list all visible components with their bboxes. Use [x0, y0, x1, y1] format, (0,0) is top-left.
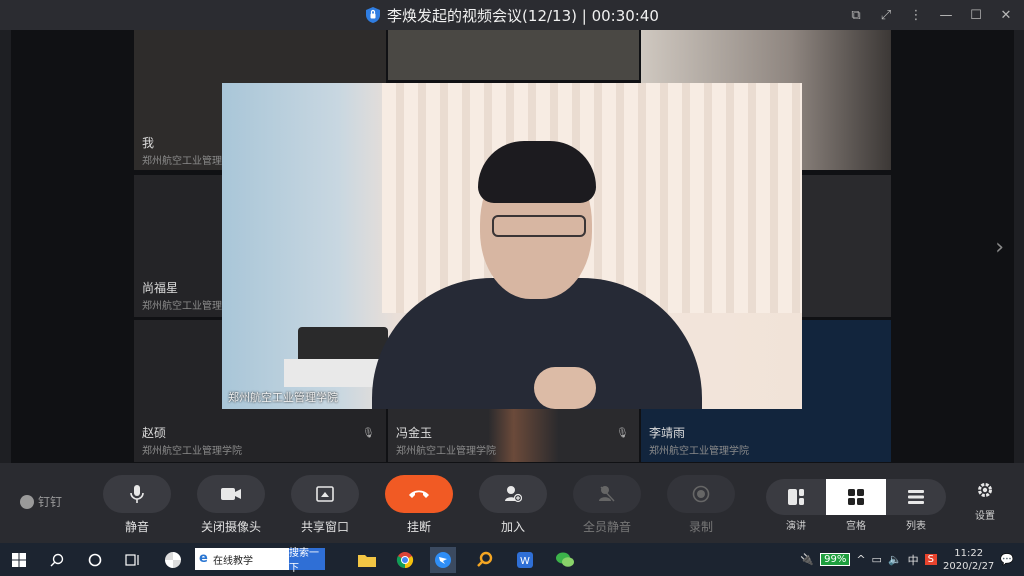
participant-tile[interactable]: [801, 175, 891, 317]
pinwheel-app-icon[interactable]: [160, 547, 186, 573]
more-icon[interactable]: ⋮: [906, 5, 926, 25]
close-icon[interactable]: ✕: [996, 5, 1016, 25]
add-participant-button[interactable]: 加入: [478, 475, 548, 535]
search-icon: [50, 553, 64, 567]
share-window-button[interactable]: 共享窗口: [290, 475, 360, 535]
meeting-toolbar: 钉钉 静音 关闭摄像头 共享窗口 挂断 加入 全员静音 录制 演讲 宫格 列表: [0, 463, 1024, 543]
search-button[interactable]: [44, 547, 70, 573]
microphone-icon: [130, 485, 144, 503]
mute-button[interactable]: 静音: [102, 475, 172, 535]
maximize-icon[interactable]: ☐: [966, 5, 986, 25]
task-view-icon: [125, 554, 139, 566]
speaker-view-button[interactable]: [766, 479, 826, 515]
clock[interactable]: 11:22 2020/2/27: [943, 547, 994, 573]
power-plug-icon[interactable]: 🔌: [800, 553, 814, 566]
camera-icon: [221, 488, 241, 500]
volume-icon[interactable]: 🔈: [888, 553, 902, 566]
ime-indicator[interactable]: 中: [908, 552, 919, 568]
wps-writer-icon[interactable]: W: [512, 547, 538, 573]
dingtalk-brand: 钉钉: [20, 493, 62, 510]
battery-indicator[interactable]: 99%: [820, 553, 851, 566]
gear-icon: [978, 483, 992, 497]
list-view-button[interactable]: [886, 479, 946, 515]
cortana-button[interactable]: [82, 547, 108, 573]
browser-search-box[interactable]: e 在线教学 搜索一下: [195, 548, 325, 574]
glasses-shape: [492, 215, 586, 237]
view-mode-switch: [766, 479, 946, 515]
network-icon[interactable]: ▭: [872, 553, 882, 566]
main-video[interactable]: 郑州航空工业管理学院: [222, 83, 802, 409]
mute-all-icon: [599, 486, 615, 502]
record-icon: [692, 485, 710, 503]
share-screen-icon: [316, 486, 334, 502]
record-button[interactable]: 录制: [666, 475, 736, 535]
clock-time: 11:22: [954, 547, 984, 559]
speaker-view-icon: [788, 489, 804, 505]
title-bar: 李焕发起的视频会议(12/13) | 00:30:40 ⧉ ⤢ ⋮ — ☐ ✕: [0, 0, 1024, 30]
camera-off-button[interactable]: 关闭摄像头: [196, 475, 266, 535]
mute-all-button[interactable]: 全员静音: [572, 475, 642, 535]
ie-logo-icon: e: [199, 551, 208, 566]
phone-hangup-icon: [409, 490, 429, 498]
next-page-chevron-icon[interactable]: ›: [995, 235, 1004, 260]
participant-org: 郑州航空工业管理学院: [142, 446, 242, 457]
speaker-view-label: 演讲: [786, 521, 806, 532]
participant-tile[interactable]: [388, 30, 639, 80]
participant-org: 郑州航空工业管理学院: [649, 446, 749, 457]
minimize-icon[interactable]: —: [936, 5, 956, 25]
participant-name: 我: [142, 136, 155, 150]
picture-in-picture-icon[interactable]: ⧉: [846, 5, 866, 25]
windows-logo-icon: [12, 553, 26, 567]
main-video-caption: 郑州航空工业管理学院: [228, 391, 338, 404]
settings-button[interactable]: 设置: [968, 481, 1002, 522]
window-title: 李焕发起的视频会议(12/13) | 00:30:40: [387, 6, 659, 25]
list-view-icon: [908, 490, 924, 504]
fullscreen-icon[interactable]: ⤢: [876, 5, 896, 25]
task-view-button[interactable]: [120, 547, 146, 573]
list-view-label: 列表: [906, 521, 926, 532]
sogou-ime-icon[interactable]: S: [924, 554, 938, 565]
muted-mic-icon: 🎙: [616, 428, 629, 439]
participant-org: 郑州航空工业管理学院: [396, 446, 496, 457]
grid-view-icon: [848, 489, 864, 505]
dingtalk-taskbar-icon[interactable]: [430, 547, 456, 573]
wechat-icon[interactable]: [552, 547, 578, 573]
clock-date: 2020/2/27: [943, 560, 995, 572]
file-explorer-icon[interactable]: [354, 547, 380, 573]
muted-mic-icon: 🎙: [362, 428, 375, 439]
participant-name: 冯金玉: [396, 426, 433, 440]
add-user-icon: [505, 486, 522, 503]
hang-up-button[interactable]: 挂断: [384, 475, 454, 535]
svg-text:W: W: [520, 556, 530, 567]
dingtalk-logo-icon: [20, 494, 34, 509]
participant-name: 李靖雨: [649, 426, 686, 440]
participant-name: 赵硕: [142, 426, 167, 440]
windows-taskbar: e 在线教学 搜索一下 W 🔌 99% ^ ▭ 🔈 中 S 11:22 2020…: [0, 543, 1024, 576]
participant-name: 尚福星: [142, 281, 179, 295]
grid-view-button[interactable]: [826, 479, 886, 515]
chrome-icon[interactable]: [392, 547, 418, 573]
shield-icon: [366, 7, 381, 23]
grid-view-label: 宫格: [846, 521, 866, 532]
cortana-circle-icon: [88, 553, 102, 567]
search-submit-button[interactable]: 搜索一下: [289, 548, 325, 574]
start-button[interactable]: [6, 547, 32, 573]
notification-icon[interactable]: 💬: [1000, 553, 1014, 566]
system-tray: 🔌 99% ^ ▭ 🔈 中 S 11:22 2020/2/27 💬: [800, 543, 1024, 576]
tray-expand-chevron-icon[interactable]: ^: [856, 553, 865, 566]
search-app-icon[interactable]: [472, 547, 498, 573]
